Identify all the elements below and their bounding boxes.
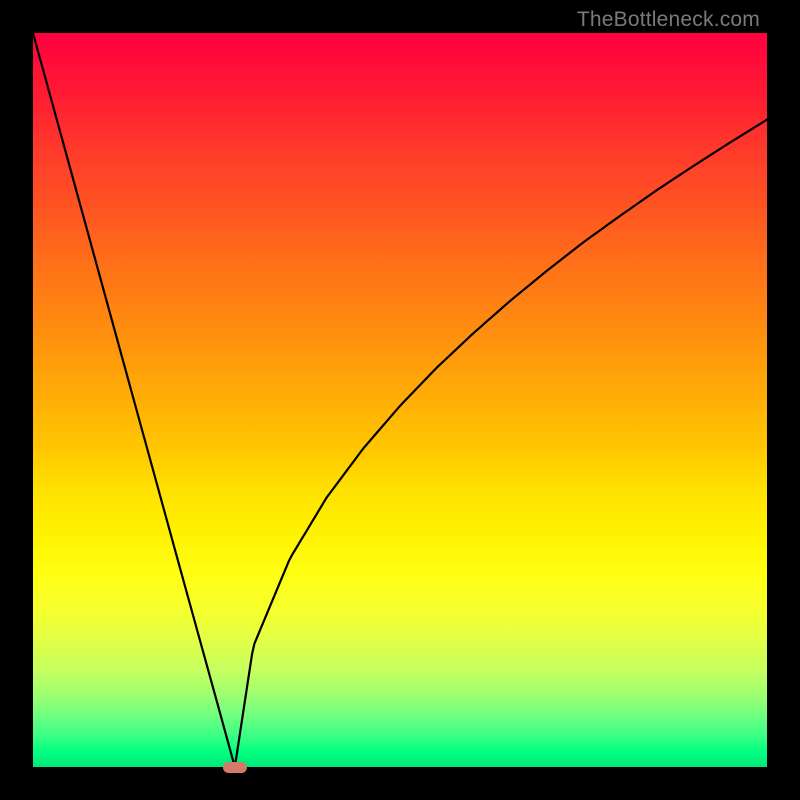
gradient-plot-area <box>33 33 767 767</box>
chart-frame: TheBottleneck.com <box>0 0 800 800</box>
vertex-marker <box>223 762 247 773</box>
watermark-label: TheBottleneck.com <box>577 8 760 32</box>
